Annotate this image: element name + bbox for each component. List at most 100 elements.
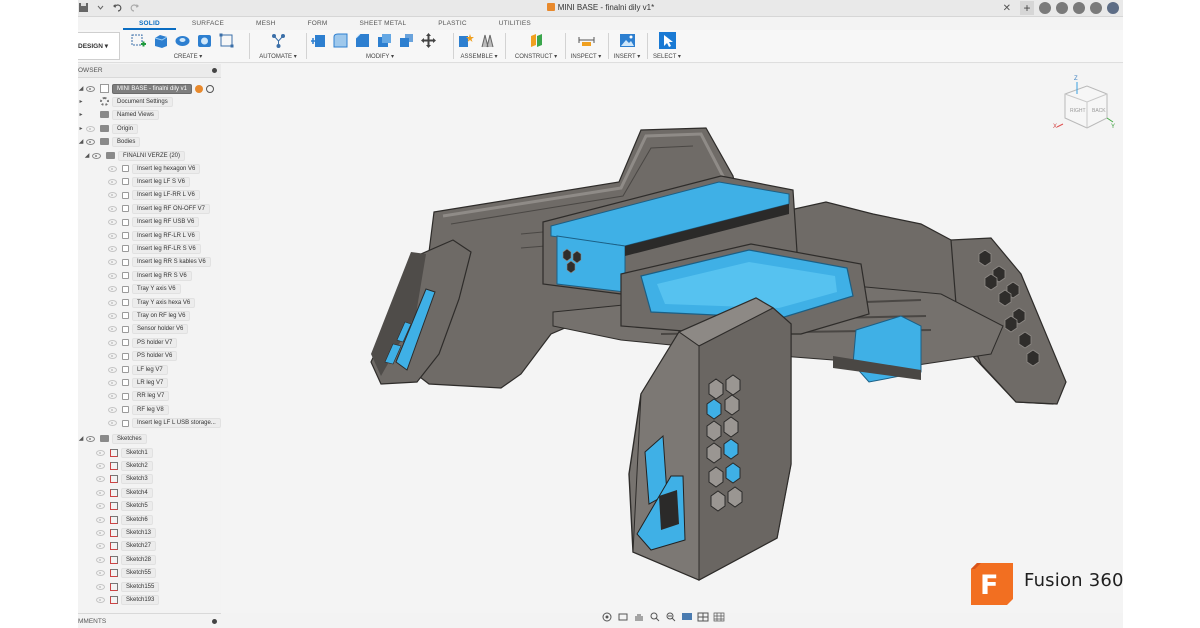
body-row[interactable]: Insert leg RF ON-OFF V7 <box>106 203 211 214</box>
tree-named-views[interactable]: ▸ Named Views <box>78 109 159 120</box>
automate-icon[interactable] <box>270 32 287 49</box>
select-menu[interactable]: SELECT ▾ <box>650 53 684 60</box>
tab-sheet-metal[interactable]: SHEET METAL <box>344 17 423 30</box>
revolve-icon[interactable] <box>174 32 191 49</box>
sketch-row[interactable]: Sketch28 <box>94 554 157 565</box>
visibility-eye-icon[interactable] <box>86 85 95 92</box>
grid-snaps-icon[interactable] <box>697 612 709 622</box>
help-icon[interactable] <box>1090 2 1102 14</box>
visibility-eye-icon[interactable] <box>96 503 105 510</box>
visibility-eye-icon[interactable] <box>96 543 105 550</box>
select-icon[interactable] <box>658 32 676 49</box>
visibility-eye-icon[interactable] <box>86 435 95 442</box>
visibility-eye-icon[interactable] <box>108 259 117 266</box>
body-row[interactable]: Insert leg LF S V6 <box>106 176 191 187</box>
3d-model[interactable] <box>221 64 1123 613</box>
pan-hand-icon[interactable] <box>633 612 645 622</box>
body-row[interactable]: Insert leg hexagon V6 <box>106 163 201 174</box>
sketch-row[interactable]: Sketch193 <box>94 594 160 605</box>
move-icon[interactable] <box>420 32 437 49</box>
create-sketch-icon[interactable] <box>130 32 147 49</box>
tab-solid[interactable]: SOLID <box>123 17 176 30</box>
comments-panel[interactable]: MMENTS <box>78 613 221 628</box>
assemble-menu[interactable]: ASSEMBLE ▾ <box>457 53 501 60</box>
sketch-row[interactable]: Sketch3 <box>94 474 153 485</box>
body-row[interactable]: Insert leg RF-LR S V6 <box>106 243 201 254</box>
fillet-icon[interactable] <box>332 32 349 49</box>
visibility-eye-icon[interactable] <box>86 125 95 132</box>
body-row[interactable]: Insert leg LF-RR L V6 <box>106 190 200 201</box>
press-pull-icon[interactable] <box>310 32 327 49</box>
sketch-row[interactable]: Sketch6 <box>94 514 153 525</box>
body-row[interactable]: Tray Y axis V6 <box>106 284 181 295</box>
tab-mesh[interactable]: MESH <box>240 17 292 30</box>
body-row[interactable]: RR leg V7 <box>106 391 170 402</box>
inspect-menu[interactable]: INSPECT ▾ <box>568 53 604 60</box>
body-row[interactable]: Sensor holder V6 <box>106 324 189 335</box>
joint-icon[interactable] <box>479 32 496 49</box>
look-at-icon[interactable] <box>617 612 629 622</box>
automate-menu[interactable]: AUTOMATE ▾ <box>253 53 303 60</box>
expand-arrow-icon[interactable]: ▸ <box>78 125 84 132</box>
expand-arrow-icon[interactable]: ◢ <box>78 85 84 92</box>
visibility-eye-icon[interactable] <box>108 245 117 252</box>
sketch-row[interactable]: Sketch13 <box>94 527 157 538</box>
viewports-icon[interactable] <box>713 612 725 622</box>
tree-bodies[interactable]: ◢ Bodies <box>78 136 141 147</box>
body-row[interactable]: PS holder V6 <box>106 351 178 362</box>
visibility-eye-icon[interactable] <box>96 556 105 563</box>
new-component-icon[interactable] <box>457 32 474 49</box>
combine-icon[interactable] <box>398 32 415 49</box>
orbit-icon[interactable] <box>601 612 613 622</box>
visibility-eye-icon[interactable] <box>96 516 105 523</box>
visibility-eye-icon[interactable] <box>96 570 105 577</box>
workspace-switcher[interactable]: DESIGN ▾ <box>78 32 120 60</box>
visibility-eye-icon[interactable] <box>108 165 117 172</box>
fit-icon[interactable] <box>665 612 677 622</box>
visibility-eye-icon[interactable] <box>96 583 105 590</box>
expand-arrow-icon[interactable]: ▸ <box>78 98 84 105</box>
visibility-eye-icon[interactable] <box>96 449 105 456</box>
tree-document-settings[interactable]: ▸ Document Settings <box>78 96 173 107</box>
sketch-row[interactable]: Sketch155 <box>94 581 160 592</box>
sketch-row[interactable]: Sketch55 <box>94 568 157 579</box>
visibility-eye-icon[interactable] <box>108 379 117 386</box>
hole-icon[interactable] <box>196 32 213 49</box>
sketch-row[interactable]: Sketch2 <box>94 460 153 471</box>
new-tab-icon[interactable]: + <box>1020 1 1034 15</box>
body-row[interactable]: Insert leg LF L USB storage... <box>106 418 221 429</box>
sketch-row[interactable]: Sketch5 <box>94 501 153 512</box>
sketch-row[interactable]: Sketch1 <box>94 447 153 458</box>
visibility-eye-icon[interactable] <box>86 138 95 145</box>
visibility-eye-icon[interactable] <box>108 393 117 400</box>
tree-origin[interactable]: ▸ Origin <box>78 123 139 134</box>
visibility-eye-icon[interactable] <box>108 312 117 319</box>
visibility-eye-icon[interactable] <box>108 205 117 212</box>
tab-surface[interactable]: SURFACE <box>176 17 240 30</box>
insert-menu[interactable]: INSERT ▾ <box>611 53 643 60</box>
offset-plane-icon[interactable] <box>528 32 545 49</box>
visibility-eye-icon[interactable] <box>108 232 117 239</box>
visibility-eye-icon[interactable] <box>108 406 117 413</box>
body-row[interactable]: Tray Y axis hexa V6 <box>106 297 196 308</box>
body-row[interactable]: Insert leg RR S V6 <box>106 270 192 281</box>
visibility-eye-icon[interactable] <box>108 299 117 306</box>
visibility-eye-icon[interactable] <box>108 219 117 226</box>
modify-menu[interactable]: MODIFY ▾ <box>310 53 450 60</box>
body-row[interactable]: Tray on RF leg V6 <box>106 310 191 321</box>
construct-menu[interactable]: CONSTRUCT ▾ <box>511 53 561 60</box>
extensions-icon[interactable] <box>1039 2 1051 14</box>
activate-radio-icon[interactable] <box>206 84 215 93</box>
tree-sketches[interactable]: ◢ Sketches <box>78 433 147 444</box>
view-cube[interactable]: RIGHT BACK Z X Y <box>1053 72 1117 142</box>
expand-arrow-icon[interactable]: ◢ <box>78 138 84 145</box>
expand-arrow-icon[interactable]: ◢ <box>84 152 90 159</box>
body-row[interactable]: Insert leg RF USB V6 <box>106 217 200 228</box>
collapse-dot-icon[interactable] <box>212 68 217 73</box>
create-form-icon[interactable] <box>218 32 235 49</box>
zoom-icon[interactable] <box>649 612 661 622</box>
measure-icon[interactable] <box>578 32 595 49</box>
body-row[interactable]: LR leg V7 <box>106 377 169 388</box>
close-tab-icon[interactable]: ✕ <box>1003 3 1011 14</box>
visibility-eye-icon[interactable] <box>96 476 105 483</box>
